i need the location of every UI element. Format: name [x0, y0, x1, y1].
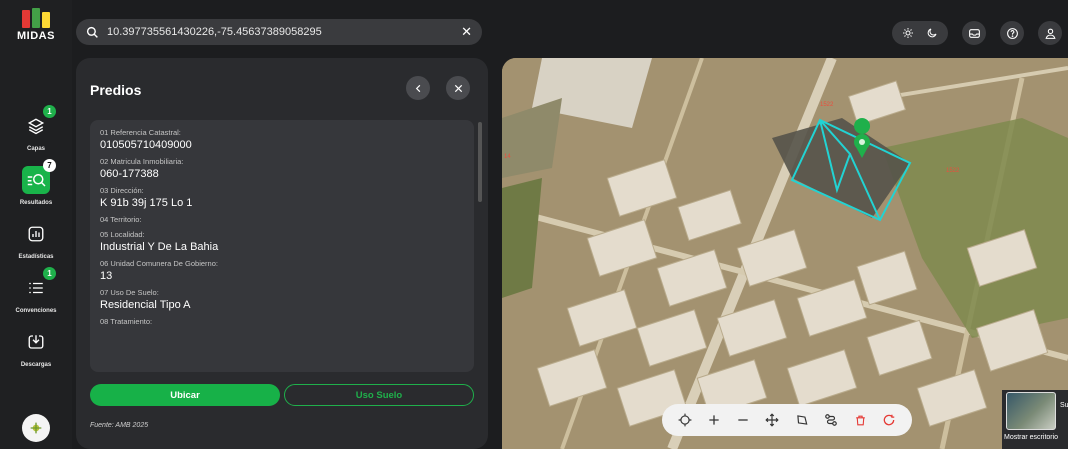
theme-toggle[interactable]	[892, 21, 948, 45]
basemap-thumbnail[interactable]	[1006, 392, 1056, 430]
attribute-value: Residencial Tipo A	[100, 299, 191, 311]
polygon-icon	[796, 415, 808, 425]
locate-tool[interactable]	[675, 410, 695, 430]
results-panel: Predios 01 Referencia Catastral: 0105057…	[76, 58, 488, 449]
sidebar-item-label: Convenciones	[15, 308, 57, 314]
minus-icon	[738, 419, 748, 421]
avatar[interactable]	[22, 414, 50, 442]
sidebar-item-resultados[interactable]: 7 Resultados	[0, 159, 72, 206]
user-icon	[1044, 28, 1056, 39]
sidebar-item-label: Resultados	[19, 200, 53, 206]
basemap-switcher[interactable]: Su Mostrar escritorio	[1002, 390, 1068, 449]
delete-tool[interactable]	[850, 410, 870, 430]
user-button[interactable]	[1038, 21, 1062, 45]
sidebar-item-label: Capas	[26, 146, 45, 152]
panel-title: Predios	[90, 82, 142, 98]
attribute-item: 05 Localidad: Industrial Y De La Bahia	[100, 230, 464, 253]
pan-tool[interactable]	[762, 410, 782, 430]
message-button[interactable]	[962, 21, 986, 45]
attribute-value: 060-177388	[100, 168, 159, 180]
measure-tool[interactable]	[821, 410, 841, 430]
back-button[interactable]	[406, 76, 430, 100]
attribute-value: 010505710409000	[100, 139, 192, 151]
map-label: 1522	[820, 102, 834, 108]
attribute-item: 01 Referencia Catastral: 010505710409000	[100, 128, 464, 151]
satellite-imagery	[502, 58, 1068, 449]
search-bar: ✕	[76, 19, 482, 45]
attribute-label: 05 Localidad:	[100, 230, 145, 239]
chart-icon	[28, 226, 44, 242]
attribute-item: 07 Uso De Suelo: Residencial Tipo A	[100, 288, 464, 311]
attribute-label: 07 Uso De Suelo:	[100, 288, 159, 297]
attribute-label: 02 Matricula Inmobiliaria:	[100, 157, 184, 166]
plus-icon	[709, 415, 719, 425]
chevron-left-icon	[415, 84, 420, 92]
search-icon	[86, 26, 98, 38]
polygon-tool[interactable]	[792, 410, 812, 430]
user-logo-icon	[30, 422, 42, 434]
attribute-label: 01 Referencia Catastral:	[100, 128, 181, 137]
sidebar-item-estadisticas[interactable]: Estadísticas	[0, 220, 72, 260]
attribute-item: 03 Dirección: K 91b 39j 175 Lo 1	[100, 186, 464, 209]
list-icon	[29, 282, 43, 294]
source-note: Fuente: AMB 2025	[90, 422, 149, 429]
attribute-label: 08 Tratamiento:	[100, 317, 153, 326]
layers-icon	[27, 118, 45, 135]
reset-tool[interactable]	[879, 410, 899, 430]
logo-mark	[16, 8, 56, 28]
trash-icon	[855, 415, 865, 425]
attribute-label: 03 Dirección:	[100, 186, 144, 195]
basemap-label: Mostrar escritorio	[1004, 434, 1059, 441]
sidebar-badge: 1	[43, 267, 56, 280]
app-logo[interactable]: MIDAS	[16, 8, 56, 42]
sidebar-item-capas[interactable]: 1 Capas	[0, 105, 72, 152]
attribute-item: 08 Tratamiento:	[100, 317, 464, 326]
sidebar-badge: 7	[43, 159, 56, 172]
attribute-value: 13	[100, 270, 113, 282]
help-icon	[1006, 27, 1018, 39]
clear-search-icon[interactable]: ✕	[461, 24, 472, 40]
logo-text: MIDAS	[17, 30, 55, 42]
sidebar-item-descargas[interactable]: Descargas	[0, 328, 72, 368]
sun-icon[interactable]	[902, 27, 914, 39]
crosshair-icon	[678, 413, 692, 427]
sidebar-badge: 1	[43, 105, 56, 118]
help-button[interactable]	[1000, 21, 1024, 45]
close-panel-button[interactable]	[446, 76, 470, 100]
message-icon	[968, 28, 980, 38]
locate-button[interactable]: Ubicar	[90, 384, 280, 406]
map-label: 1522	[946, 168, 960, 174]
attribute-value: Industrial Y De La Bahia	[100, 241, 219, 253]
left-rail: MIDAS 1 Capas 7 Resultados Estadísticas …	[0, 0, 72, 449]
close-icon	[454, 84, 462, 92]
zoom-in-tool[interactable]	[704, 410, 724, 430]
land-use-button[interactable]: Uso Suelo	[284, 384, 474, 406]
route-icon	[825, 414, 837, 426]
search-input[interactable]	[107, 26, 462, 38]
refresh-icon	[884, 414, 895, 426]
basemap-side-label: Su	[1060, 402, 1068, 409]
moon-icon[interactable]	[926, 27, 938, 39]
attribute-item: 04 Territorio:	[100, 215, 464, 224]
move-icon	[765, 413, 780, 427]
sidebar-item-label: Descargas	[20, 362, 52, 368]
zoom-out-tool[interactable]	[733, 410, 753, 430]
sidebar-item-label: Estadísticas	[18, 254, 54, 260]
sidebar-item-convenciones[interactable]: 1 Convenciones	[0, 267, 72, 314]
attribute-item: 02 Matricula Inmobiliaria: 060-177388	[100, 157, 464, 180]
search-results-icon	[27, 174, 46, 187]
scrollbar[interactable]	[478, 122, 482, 202]
attribute-value: K 91b 39j 175 Lo 1	[100, 197, 193, 209]
attribute-item: 06 Unidad Comunera De Gobierno: 13	[100, 259, 464, 282]
map-label: 14	[504, 154, 511, 160]
map-view[interactable]: 1522 1522 14	[502, 58, 1068, 449]
attribute-label: 06 Unidad Comunera De Gobierno:	[100, 259, 218, 268]
attribute-list[interactable]: 01 Referencia Catastral: 010505710409000…	[90, 120, 474, 372]
map-toolbar	[662, 404, 912, 436]
attribute-label: 04 Territorio:	[100, 215, 142, 224]
download-icon	[28, 335, 44, 349]
